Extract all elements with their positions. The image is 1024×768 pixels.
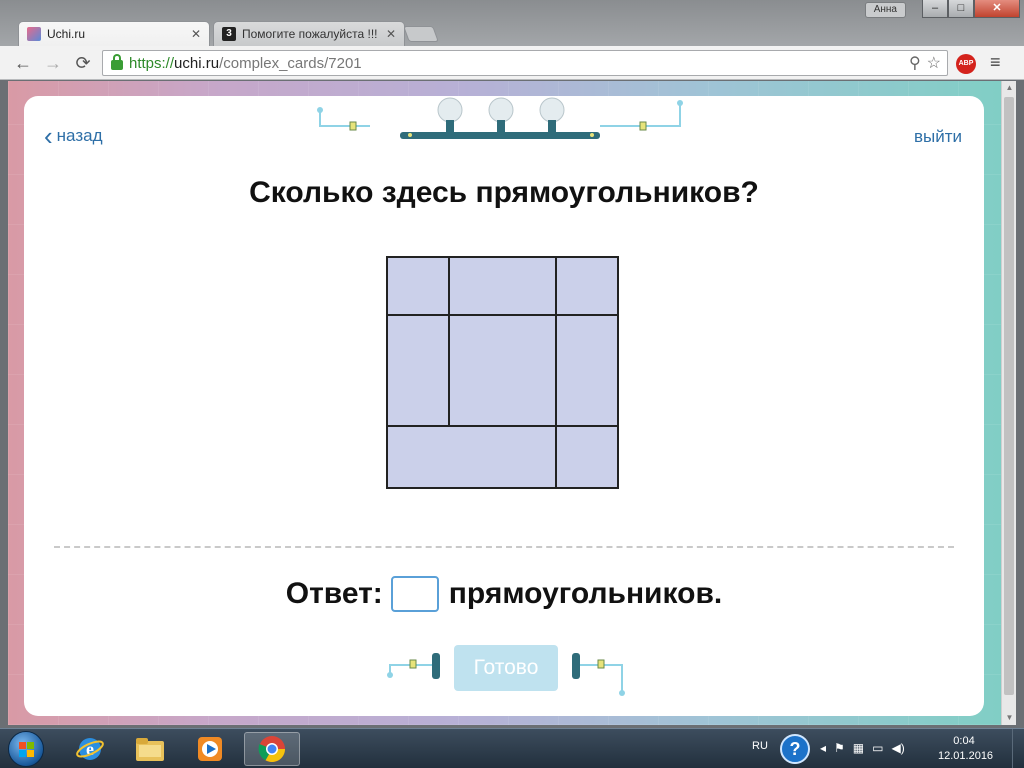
url-scheme: https:// bbox=[129, 54, 175, 72]
wire-terminal-icon bbox=[677, 100, 683, 106]
help-icon[interactable]: ? bbox=[780, 734, 810, 764]
network-icon[interactable]: ▭ bbox=[872, 741, 883, 755]
windows-taskbar: e RU ? ◂ ⚑ ▦ ▭ ◀) 0:04 12.01.2016 bbox=[0, 728, 1024, 768]
znanija-favicon-icon: 3 bbox=[222, 27, 236, 41]
light-bulb-icon bbox=[488, 97, 514, 132]
maximize-button[interactable]: □ bbox=[948, 0, 974, 18]
light-bulb-icon bbox=[437, 97, 463, 132]
taskbar-clock[interactable]: 0:04 12.01.2016 bbox=[938, 734, 994, 764]
url-path: /complex_cards/7201 bbox=[219, 54, 362, 72]
question-title: Сколько здесь прямоугольников? bbox=[249, 176, 759, 209]
volume-icon[interactable]: ◀) bbox=[891, 741, 904, 755]
browser-titlebar: Анна – □ ✕ Uchi.ru ✕ 3 Помогите пожалуйс… bbox=[0, 0, 1024, 46]
adblock-icon[interactable]: ABP bbox=[956, 54, 976, 74]
figure-cell bbox=[386, 314, 450, 427]
task-card: ‹ назад выйти Сколько здесь прямоугольни… bbox=[24, 96, 984, 716]
internet-explorer-icon[interactable]: e bbox=[62, 732, 118, 766]
figure-cell bbox=[555, 314, 619, 427]
resistor-icon bbox=[639, 121, 647, 131]
windows-icon[interactable]: ▦ bbox=[853, 741, 864, 755]
resistor-icon bbox=[409, 659, 417, 669]
figure-cell bbox=[386, 425, 557, 489]
chevron-left-icon: ‹ bbox=[44, 121, 53, 151]
clock-date: 12.01.2016 bbox=[938, 750, 994, 762]
bookmark-star-icon[interactable]: ☆ bbox=[927, 53, 941, 73]
start-orb-icon[interactable] bbox=[8, 731, 44, 767]
resistor-icon bbox=[349, 121, 357, 131]
tab-znanija[interactable]: 3 Помогите пожалуйста !!! ✕ bbox=[213, 21, 405, 46]
window-controls: – □ ✕ bbox=[922, 0, 1020, 18]
tray-arrow-icon[interactable]: ◂ bbox=[820, 741, 826, 755]
minimize-button[interactable]: – bbox=[922, 0, 948, 18]
page-viewport: ‹ назад выйти Сколько здесь прямоугольни… bbox=[8, 81, 1016, 725]
tab-title: Помогите пожалуйста !!! bbox=[242, 27, 378, 41]
tab-uchi[interactable]: Uchi.ru ✕ bbox=[18, 21, 210, 46]
address-bar[interactable]: https://uchi.ru/complex_cards/7201 ⚲ ☆ bbox=[102, 50, 948, 76]
answer-suffix: прямоугольников. bbox=[448, 577, 723, 610]
tab-title: Uchi.ru bbox=[47, 27, 86, 41]
figure-cell bbox=[448, 314, 557, 427]
forward-arrow-icon[interactable]: → bbox=[42, 52, 64, 74]
scroll-down-icon[interactable]: ▼ bbox=[1002, 711, 1016, 725]
light-bulb-icon bbox=[539, 97, 565, 132]
file-explorer-icon[interactable] bbox=[122, 732, 178, 766]
connector-right-icon bbox=[572, 653, 580, 679]
resistor-icon bbox=[597, 659, 605, 669]
answer-prefix: Ответ: bbox=[285, 577, 383, 610]
reload-icon[interactable]: ⟳ bbox=[72, 52, 94, 74]
wire-terminal-icon bbox=[317, 107, 323, 113]
tab-close-icon[interactable]: ✕ bbox=[386, 27, 396, 41]
system-tray: ◂ ⚑ ▦ ▭ ◀) bbox=[820, 741, 905, 755]
figure-cell bbox=[555, 256, 619, 316]
tab-close-icon[interactable]: ✕ bbox=[191, 27, 201, 41]
back-arrow-icon[interactable]: ← bbox=[12, 52, 34, 74]
chrome-icon[interactable] bbox=[244, 732, 300, 766]
scroll-up-icon[interactable]: ▲ bbox=[1002, 81, 1016, 95]
secure-lock-icon bbox=[111, 54, 123, 70]
browser-toolbar: ← → ⟳ https://uchi.ru/complex_cards/7201… bbox=[0, 46, 1024, 80]
close-window-button[interactable]: ✕ bbox=[974, 0, 1020, 18]
dashed-divider bbox=[54, 546, 954, 548]
language-indicator[interactable]: RU bbox=[752, 740, 768, 752]
circuit-bulbs-decoration bbox=[317, 97, 683, 139]
clock-time: 0:04 bbox=[953, 735, 975, 747]
connector-left-icon bbox=[432, 653, 440, 679]
exit-link[interactable]: выйти bbox=[914, 127, 962, 147]
answer-row: Ответ: прямоугольников. bbox=[24, 576, 984, 612]
ready-button[interactable]: Готово bbox=[454, 645, 558, 691]
uchi-favicon-icon bbox=[27, 27, 41, 41]
media-player-icon[interactable] bbox=[182, 732, 238, 766]
zoom-icon[interactable]: ⚲ bbox=[909, 53, 921, 73]
page-scrollbar[interactable]: ▲ ▼ bbox=[1001, 81, 1016, 725]
rectangles-figure bbox=[386, 256, 619, 489]
omnibox-actions: ⚲ ☆ bbox=[909, 53, 941, 73]
scrollbar-thumb[interactable] bbox=[1004, 97, 1014, 695]
url-host: uchi.ru bbox=[174, 54, 220, 72]
figure-cell bbox=[386, 256, 450, 316]
new-tab-button[interactable] bbox=[403, 26, 439, 42]
chrome-menu-icon[interactable]: ≡ bbox=[990, 52, 1001, 73]
back-link[interactable]: ‹ назад bbox=[44, 121, 103, 151]
figure-cell bbox=[448, 256, 557, 316]
windows-flag-icon bbox=[19, 742, 35, 758]
answer-input[interactable] bbox=[390, 576, 439, 612]
back-link-label: назад bbox=[56, 126, 103, 145]
figure-cell bbox=[555, 425, 619, 489]
action-center-flag-icon[interactable]: ⚑ bbox=[834, 741, 845, 755]
profile-name-badge[interactable]: Анна bbox=[864, 2, 906, 18]
circuit-board-icon bbox=[400, 132, 600, 139]
show-desktop-button[interactable] bbox=[1012, 729, 1024, 768]
